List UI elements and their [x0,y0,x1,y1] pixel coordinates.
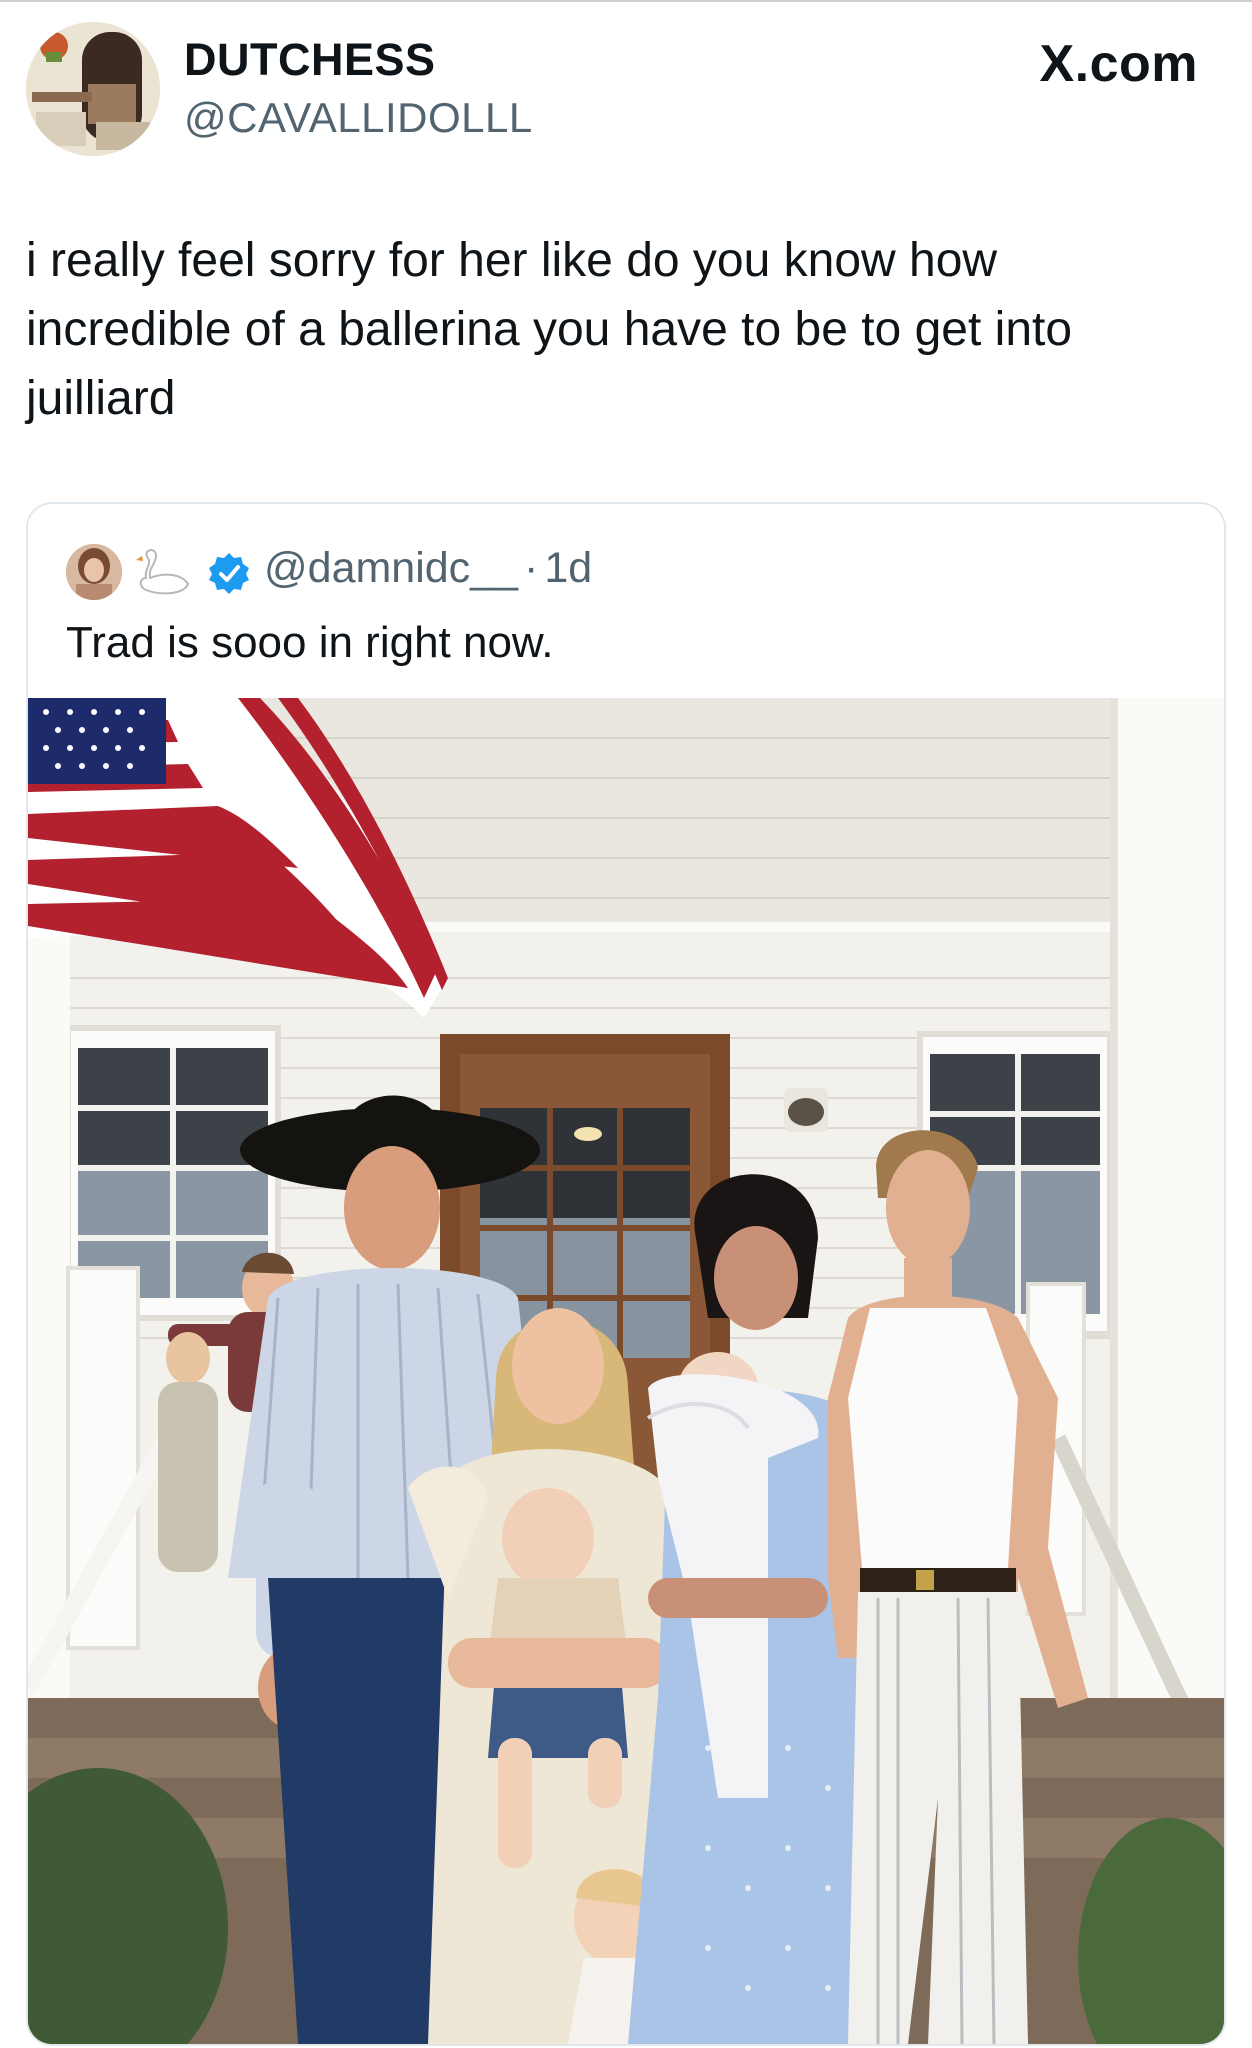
top-divider [0,0,1252,2]
verified-badge-icon [208,552,250,594]
author-handle[interactable]: @CAVALLIDOLLL [184,94,533,142]
author-display-name[interactable]: DUTCHESS [184,34,436,86]
quoted-tweet-card[interactable]: @damnidc__ · 1d Trad is sooo in right now. [26,502,1226,2046]
x-logo: X.com [1039,35,1198,93]
swan-emoji-icon [134,548,192,598]
quoted-tweet-meta: @damnidc__ · 1d [264,544,592,593]
quoted-author-handle[interactable]: @damnidc__ [264,544,518,592]
quoted-tweet-time[interactable]: 1d [544,544,592,592]
quoted-author-avatar[interactable] [66,544,122,600]
quoted-tweet-text: Trad is sooo in right now. [66,618,554,667]
author-avatar[interactable] [26,22,160,156]
meta-separator: · [524,544,539,592]
tweet-text: i really feel sorry for her like do you … [26,234,1073,425]
family-on-porch-photo[interactable] [28,698,1224,2044]
